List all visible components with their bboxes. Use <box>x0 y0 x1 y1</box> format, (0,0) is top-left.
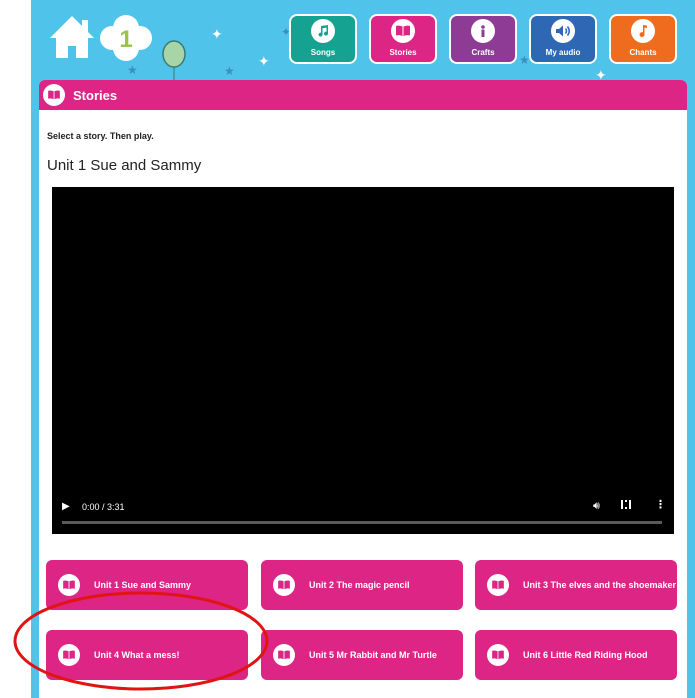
nav-songs-label: Songs <box>310 48 336 57</box>
home-icon[interactable] <box>48 14 96 60</box>
book-icon <box>58 644 80 666</box>
balloon-icon <box>162 40 186 80</box>
nav-my-audio-button[interactable]: My audio <box>529 14 597 64</box>
book-icon <box>58 574 80 596</box>
story-unit-6-button[interactable]: Unit 6 Little Red Riding Hood <box>475 630 677 680</box>
panel-header: Stories <box>39 80 687 110</box>
star-decoration: ✦ <box>211 27 223 43</box>
panel-title: Stories <box>73 87 118 103</box>
story-unit-5-label: Unit 5 Mr Rabbit and Mr Turtle <box>309 649 437 660</box>
book-icon <box>273 574 295 596</box>
story-unit-3-button[interactable]: Unit 3 The elves and the shoemaker <box>475 560 677 610</box>
nav-chants-label: Chants <box>629 48 657 57</box>
nav-stories-button[interactable]: Stories <box>369 14 437 64</box>
nav-chants-button[interactable]: Chants <box>609 14 677 64</box>
video-progress-bar[interactable] <box>62 521 662 524</box>
info-icon <box>471 19 495 43</box>
book-icon <box>487 574 509 596</box>
story-unit-1-label: Unit 1 Sue and Sammy <box>94 579 192 590</box>
story-unit-2-button[interactable]: Unit 2 The magic pencil <box>261 560 463 610</box>
story-unit-4-label: Unit 4 What a mess! <box>94 649 180 660</box>
star-decoration: ★ <box>127 63 138 77</box>
nav-crafts-button[interactable]: Crafts <box>449 14 517 64</box>
story-unit-2-label: Unit 2 The magic pencil <box>309 579 410 590</box>
book-icon <box>487 644 509 666</box>
story-unit-4-button[interactable]: Unit 4 What a mess! <box>46 630 248 680</box>
nav-songs-button[interactable]: Songs <box>289 14 357 64</box>
star-decoration: ✦ <box>258 54 270 70</box>
book-icon <box>391 19 415 43</box>
video-player[interactable]: ▶ 0:00 / 3:31 🔊︎ ⋮ <box>52 187 674 534</box>
current-story-title: Unit 1 Sue and Sammy <box>47 157 202 174</box>
instruction-text: Select a story. Then play. <box>47 131 154 141</box>
nav-my-audio-label: My audio <box>545 48 581 57</box>
book-icon <box>273 644 295 666</box>
stories-panel: Stories Select a story. Then play. Unit … <box>39 80 687 698</box>
speaker-icon <box>551 19 575 43</box>
more-options-icon[interactable]: ⋮ <box>655 498 666 511</box>
story-unit-3-label: Unit 3 The elves and the shoemaker <box>523 579 677 590</box>
play-icon[interactable]: ▶ <box>62 501 70 512</box>
level-badge: 1 <box>100 15 152 61</box>
story-unit-5-button[interactable]: Unit 5 Mr Rabbit and Mr Turtle <box>261 630 463 680</box>
nav-crafts-label: Crafts <box>471 48 495 57</box>
music-note-icon <box>631 19 655 43</box>
story-unit-6-label: Unit 6 Little Red Riding Hood <box>523 649 648 660</box>
volume-icon[interactable]: 🔊︎ <box>593 499 600 513</box>
music-note-icon <box>311 19 335 43</box>
fullscreen-icon[interactable] <box>621 500 631 509</box>
nav-stories-label: Stories <box>389 48 417 57</box>
level-number: 1 <box>119 26 132 53</box>
video-time: 0:00 / 3:31 <box>82 502 125 512</box>
book-icon <box>43 84 65 106</box>
story-unit-1-button[interactable]: Unit 1 Sue and Sammy <box>46 560 248 610</box>
star-decoration: ★ <box>224 64 235 78</box>
